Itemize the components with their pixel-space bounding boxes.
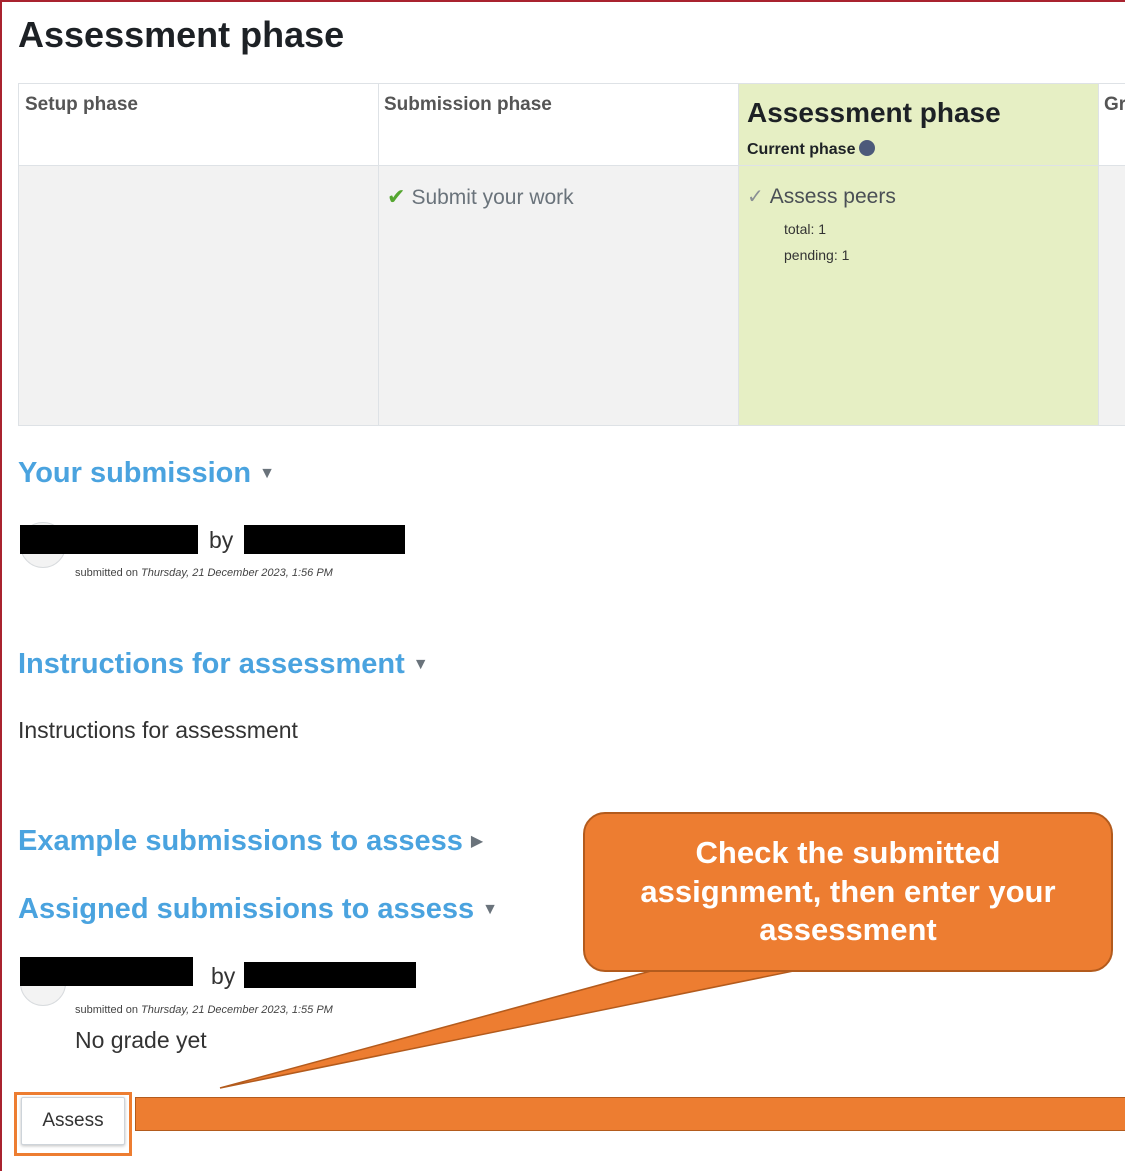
callout-annotation: Check the submitted assignment, then ent… — [583, 812, 1113, 972]
callout-pointer — [219, 967, 809, 1089]
